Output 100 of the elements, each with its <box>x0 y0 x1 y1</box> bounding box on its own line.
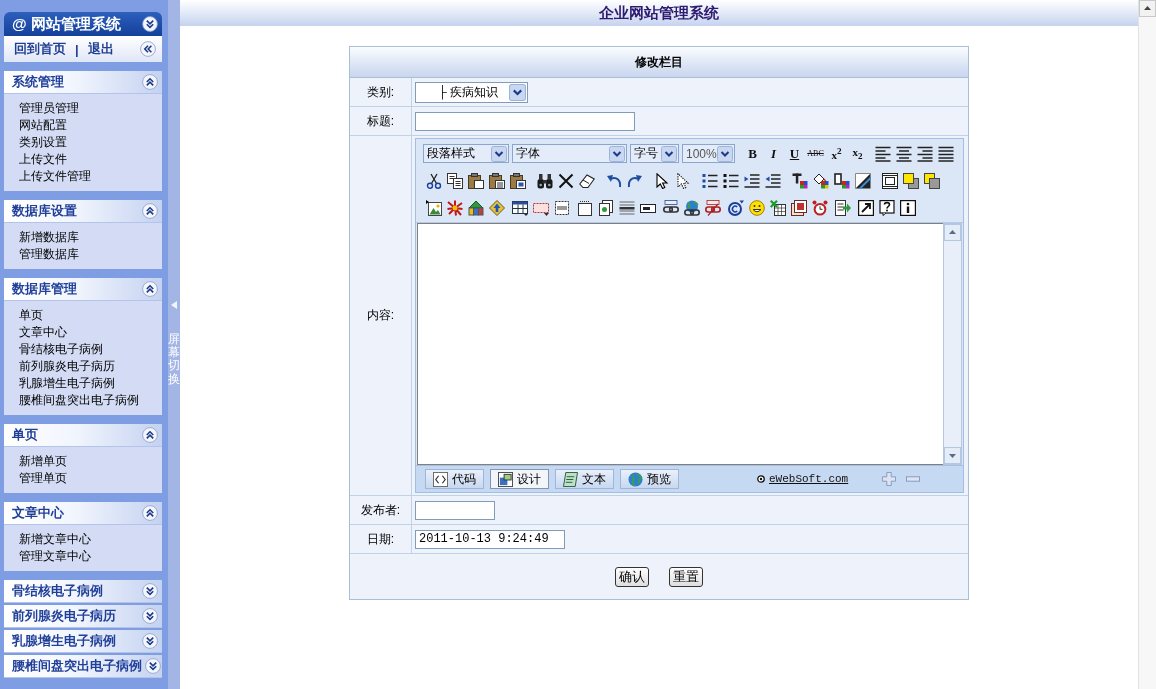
indent-icon[interactable] <box>743 172 760 189</box>
menu-item[interactable]: 新增单页 <box>19 453 67 470</box>
zoom-dropdown[interactable]: 100% <box>682 144 735 163</box>
chevron-down-icon[interactable] <box>491 145 507 162</box>
justify-icon[interactable] <box>937 145 954 162</box>
image-icon[interactable] <box>425 199 442 216</box>
menu-item[interactable]: 管理单页 <box>19 470 67 487</box>
strikethrough-button[interactable]: ABC <box>805 143 826 164</box>
layer-back-icon[interactable] <box>923 172 940 189</box>
italic-button[interactable]: I <box>763 143 784 164</box>
chain-link-icon[interactable] <box>662 199 679 216</box>
globe-link-icon[interactable] <box>683 199 700 216</box>
menu-section-header[interactable]: 文章中心 <box>4 502 162 525</box>
editor-scrollbar[interactable] <box>943 223 962 465</box>
dotted-pointer-icon[interactable] <box>674 172 691 189</box>
menu-item[interactable]: 管理文章中心 <box>19 548 91 565</box>
editor-mode-tab[interactable]: 预览 <box>620 469 679 489</box>
double-chevron-up-icon[interactable] <box>142 203 158 219</box>
menu-section-header[interactable]: 数据库设置 <box>4 200 162 223</box>
menu-section-header[interactable]: 数据库管理 <box>4 278 162 301</box>
double-chevron-down-icon[interactable] <box>142 583 158 599</box>
reset-button[interactable]: 重置 <box>669 566 703 587</box>
binoculars-icon[interactable] <box>536 172 553 189</box>
underline-button[interactable]: U <box>784 143 805 164</box>
colored-blocks-icon[interactable] <box>467 199 484 216</box>
blank-page-icon[interactable] <box>576 199 593 216</box>
clipboard-tile-icon[interactable] <box>509 172 526 189</box>
chevron-down-icon[interactable] <box>661 145 677 162</box>
menu-item[interactable]: 乳腺增生电子病例 <box>19 375 115 392</box>
clipboard-lines-icon[interactable] <box>488 172 505 189</box>
menu-item[interactable]: 上传文件 <box>19 151 67 168</box>
highlight-color-icon[interactable] <box>833 172 850 189</box>
contrast-icon[interactable] <box>854 172 871 189</box>
arrow-diamond-icon[interactable] <box>488 199 505 216</box>
double-chevron-up-icon[interactable] <box>142 281 158 297</box>
menu-item[interactable]: 网站配置 <box>19 117 67 134</box>
font-dropdown[interactable]: 字体 <box>512 144 627 163</box>
editor-mode-tab[interactable]: 设计 <box>490 469 549 489</box>
documents-icon[interactable] <box>597 199 614 216</box>
boxed-square-icon[interactable] <box>790 199 807 216</box>
menu-item[interactable]: 新增数据库 <box>19 229 79 246</box>
info-icon[interactable] <box>899 199 916 216</box>
nav-link[interactable]: 退出 <box>87 40 114 58</box>
menu-item[interactable]: 管理员管理 <box>19 100 79 117</box>
align-right-icon[interactable] <box>916 145 933 162</box>
eraser-icon[interactable] <box>578 172 595 189</box>
font-size-dropdown[interactable]: 字号 <box>630 144 679 163</box>
dashed-rows-icon[interactable] <box>553 199 570 216</box>
paragraph-style-dropdown[interactable]: 段落样式 <box>423 144 509 163</box>
numbered-list-icon[interactable] <box>701 172 718 189</box>
help-icon[interactable] <box>878 199 895 216</box>
broken-link-icon[interactable] <box>704 199 721 216</box>
table-icon[interactable] <box>511 199 528 216</box>
date-input[interactable]: 2011-10-13 9:24:49 <box>415 529 565 549</box>
menu-item[interactable]: 骨结核电子病例 <box>19 341 103 358</box>
chevron-down-icon[interactable] <box>509 83 526 101</box>
text-color-icon[interactable] <box>791 172 808 189</box>
double-chevron-down-icon[interactable] <box>142 608 158 624</box>
menu-section-header[interactable]: 单页 <box>4 424 162 447</box>
frame-icon[interactable] <box>881 172 898 189</box>
chevron-down-icon[interactable] <box>717 145 733 162</box>
cross-icon[interactable] <box>557 172 574 189</box>
author-input[interactable] <box>415 500 495 520</box>
nav-link[interactable]: 回到首页 <box>14 40 66 58</box>
menu-section-header[interactable]: 前列腺炎电子病历 <box>4 605 162 628</box>
submit-button[interactable]: 确认 <box>615 566 649 587</box>
external-link-icon[interactable] <box>857 199 874 216</box>
menu-section-header[interactable]: 腰椎间盘突出电子病例 <box>4 655 162 678</box>
copyright-icon[interactable] <box>727 199 744 216</box>
subscript-button[interactable]: x$_{2}$ <box>847 143 868 164</box>
align-left-icon[interactable] <box>874 145 891 162</box>
menu-section-header[interactable]: 系统管理 <box>4 71 162 94</box>
menu-section-header[interactable]: 骨结核电子病例 <box>4 580 162 603</box>
export-icon[interactable] <box>834 199 851 216</box>
starburst-icon[interactable] <box>446 199 463 216</box>
horizontal-rule-icon[interactable] <box>618 199 635 216</box>
double-chevron-down-icon[interactable] <box>145 658 161 674</box>
double-chevron-up-icon[interactable] <box>142 505 158 521</box>
title-input[interactable] <box>415 111 635 131</box>
menu-item[interactable]: 管理数据库 <box>19 246 79 263</box>
pointer-icon[interactable] <box>653 172 670 189</box>
menu-item[interactable]: 单页 <box>19 307 43 324</box>
menu-section-header[interactable]: 乳腺增生电子病例 <box>4 630 162 653</box>
editor-mode-tab[interactable]: 代码 <box>425 469 484 489</box>
copy-icon[interactable] <box>446 172 463 189</box>
outdent-icon[interactable] <box>764 172 781 189</box>
superscript-button[interactable]: x$^{2}$ <box>826 143 847 164</box>
alarm-clock-icon[interactable] <box>811 199 828 216</box>
menu-item[interactable]: 上传文件管理 <box>19 168 91 185</box>
double-chevron-down-icon[interactable] <box>142 16 158 32</box>
double-chevron-left-icon[interactable] <box>140 41 156 57</box>
layer-front-icon[interactable] <box>902 172 919 189</box>
editor-mode-tab[interactable]: 文本 <box>555 469 614 489</box>
menu-item[interactable]: 文章中心 <box>19 324 67 341</box>
double-chevron-up-icon[interactable] <box>142 427 158 443</box>
credit-link[interactable]: eWebSoft.com <box>769 473 849 485</box>
menu-item[interactable]: 新增文章中心 <box>19 531 91 548</box>
menu-item[interactable]: 前列腺炎电子病历 <box>19 358 115 375</box>
paint-bucket-icon[interactable] <box>812 172 829 189</box>
double-chevron-down-icon[interactable] <box>142 633 158 649</box>
